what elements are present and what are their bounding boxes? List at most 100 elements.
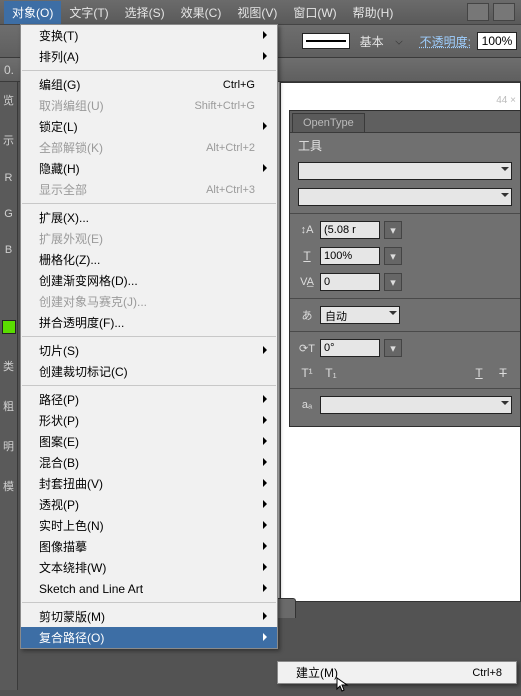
tab-opentype[interactable]: OpenType xyxy=(292,113,365,132)
menu-item[interactable]: Sketch and Line Art xyxy=(21,578,277,599)
menu-item[interactable]: 扩展(X)... xyxy=(21,207,277,228)
menu-item[interactable]: 图像描摹 xyxy=(21,536,277,557)
menu-item[interactable]: 切片(S) xyxy=(21,340,277,361)
menu-item-label: 排列(A) xyxy=(39,48,79,65)
menu-item[interactable]: 编组(G)Ctrl+G xyxy=(21,74,277,95)
rotate-field[interactable]: 0° xyxy=(320,339,380,357)
submenu-arrow-icon xyxy=(263,437,271,445)
menu-item[interactable]: 创建渐变网格(D)... xyxy=(21,270,277,291)
fill-swatch[interactable] xyxy=(2,320,16,334)
superscript-icon[interactable]: T¹ xyxy=(298,365,316,381)
menu-item[interactable]: 复合路径(O) xyxy=(21,627,277,648)
menu-separator xyxy=(22,602,276,603)
stepper-icon[interactable]: ▾ xyxy=(384,247,402,265)
stepper-icon[interactable]: ▾ xyxy=(384,273,402,291)
menu-item-label: 复合路径(O) xyxy=(39,629,104,646)
menu-item[interactable]: 拼合透明度(F)... xyxy=(21,312,277,333)
menu-item[interactable]: 形状(P) xyxy=(21,410,277,431)
brush-dropdown-icon[interactable] xyxy=(395,37,402,44)
menu-item[interactable]: 变换(T) xyxy=(21,25,277,46)
submenu-item-label: 建立(M) xyxy=(296,664,338,681)
submenu-arrow-icon xyxy=(263,416,271,424)
submenu-arrow-icon xyxy=(263,612,271,620)
menu-item-label: 取消编组(U) xyxy=(39,97,104,114)
menu-item-label: 栅格化(Z)... xyxy=(39,251,100,268)
menu-item[interactable]: 路径(P) xyxy=(21,389,277,410)
submenu-shortcut: Ctrl+8 xyxy=(472,667,502,679)
font-style-dropdown[interactable] xyxy=(298,188,512,206)
submenu-item[interactable]: 建立(M) Ctrl+8 xyxy=(278,662,516,683)
font-family-dropdown[interactable] xyxy=(298,162,512,180)
submenu-arrow-icon xyxy=(263,122,271,130)
menu-item-label: Sketch and Line Art xyxy=(39,582,143,596)
menu-item[interactable]: 封套扭曲(V) xyxy=(21,473,277,494)
kerning-dropdown[interactable]: 自动 xyxy=(320,306,400,324)
left-label: 示 xyxy=(3,132,14,148)
menu-item[interactable]: 锁定(L) xyxy=(21,116,277,137)
menu-select[interactable]: 选择(S) xyxy=(117,1,173,24)
menu-item[interactable]: 实时上色(N) xyxy=(21,515,277,536)
menu-view[interactable]: 视图(V) xyxy=(229,1,285,24)
stroke-preview[interactable] xyxy=(302,33,350,49)
menu-item[interactable]: 透视(P) xyxy=(21,494,277,515)
arrange-docs-icon[interactable] xyxy=(493,3,515,21)
menu-separator xyxy=(22,203,276,204)
left-label: 览 xyxy=(3,92,14,108)
menu-item: 全部解锁(K)Alt+Ctrl+2 xyxy=(21,137,277,158)
menu-item[interactable]: 创建裁切标记(C) xyxy=(21,361,277,382)
strikethrough-icon[interactable]: T xyxy=(494,365,512,381)
stepper-icon[interactable]: ▾ xyxy=(384,221,402,239)
submenu-arrow-icon xyxy=(263,346,271,354)
opacity-value[interactable]: 100% xyxy=(477,32,517,50)
menu-window[interactable]: 窗口(W) xyxy=(285,1,344,24)
subscript-icon[interactable]: T₁ xyxy=(322,365,340,381)
submenu-arrow-icon xyxy=(263,164,271,172)
menu-type[interactable]: 文字(T) xyxy=(61,1,116,24)
menu-item: 取消编组(U)Shift+Ctrl+G xyxy=(21,95,277,116)
submenu-arrow-icon xyxy=(263,500,271,508)
object-menu-dropdown: 变换(T) 排列(A) 编组(G)Ctrl+G取消编组(U)Shift+Ctrl+G… xyxy=(20,24,278,649)
leading-field[interactable]: (5.08 r xyxy=(320,221,380,239)
menu-item-label: 隐藏(H) xyxy=(39,160,80,177)
menu-item[interactable]: 图案(E) xyxy=(21,431,277,452)
submenu-arrow-icon xyxy=(263,31,271,39)
menu-shortcut: Alt+Ctrl+3 xyxy=(206,184,255,196)
rotate-icon: ⟳T xyxy=(298,339,316,357)
menu-shortcut: Alt+Ctrl+2 xyxy=(206,142,255,154)
menu-object[interactable]: 对象(O) xyxy=(4,1,61,24)
menu-item-label: 切片(S) xyxy=(39,342,79,359)
menu-separator xyxy=(22,336,276,337)
menu-item[interactable]: 栅格化(Z)... xyxy=(21,249,277,270)
menu-item-label: 显示全部 xyxy=(39,181,87,198)
stepper-icon[interactable]: ▾ xyxy=(384,339,402,357)
left-label: G xyxy=(4,208,13,220)
menu-item-label: 创建裁切标记(C) xyxy=(39,363,128,380)
menu-item[interactable]: 混合(B) xyxy=(21,452,277,473)
tracking-field[interactable]: 0 xyxy=(320,273,380,291)
menu-item-label: 编组(G) xyxy=(39,76,80,93)
bridge-icon[interactable] xyxy=(467,3,489,21)
vscale-field[interactable]: 100% xyxy=(320,247,380,265)
menu-item-label: 扩展外观(E) xyxy=(39,230,103,247)
menu-item-label: 文本绕排(W) xyxy=(39,559,106,576)
brush-basic-label[interactable]: 基本 xyxy=(356,33,388,50)
menu-item[interactable]: 隐藏(H) xyxy=(21,158,277,179)
menu-item-label: 封套扭曲(V) xyxy=(39,475,103,492)
menu-item-label: 拼合透明度(F)... xyxy=(39,314,124,331)
menu-item[interactable]: 文本绕排(W) xyxy=(21,557,277,578)
underline-icon[interactable]: T xyxy=(470,365,488,381)
menu-effect[interactable]: 效果(C) xyxy=(173,1,230,24)
antialias-dropdown[interactable] xyxy=(320,396,512,414)
menu-help[interactable]: 帮助(H) xyxy=(345,1,402,24)
menu-item-label: 混合(B) xyxy=(39,454,79,471)
submenu-arrow-icon xyxy=(263,479,271,487)
document-tab-text[interactable]: 0. xyxy=(4,63,14,77)
leading-icon: ↕A xyxy=(298,221,316,239)
menu-separator xyxy=(22,70,276,71)
menu-item[interactable]: 剪切蒙版(M) xyxy=(21,606,277,627)
opacity-label[interactable]: 不透明度: xyxy=(420,33,471,50)
menu-item[interactable]: 排列(A) xyxy=(21,46,277,67)
panel-flyout-close[interactable]: 44 × xyxy=(496,95,516,106)
menubar: 对象(O) 文字(T) 选择(S) 效果(C) 视图(V) 窗口(W) 帮助(H… xyxy=(0,0,521,24)
submenu-arrow-icon xyxy=(263,521,271,529)
